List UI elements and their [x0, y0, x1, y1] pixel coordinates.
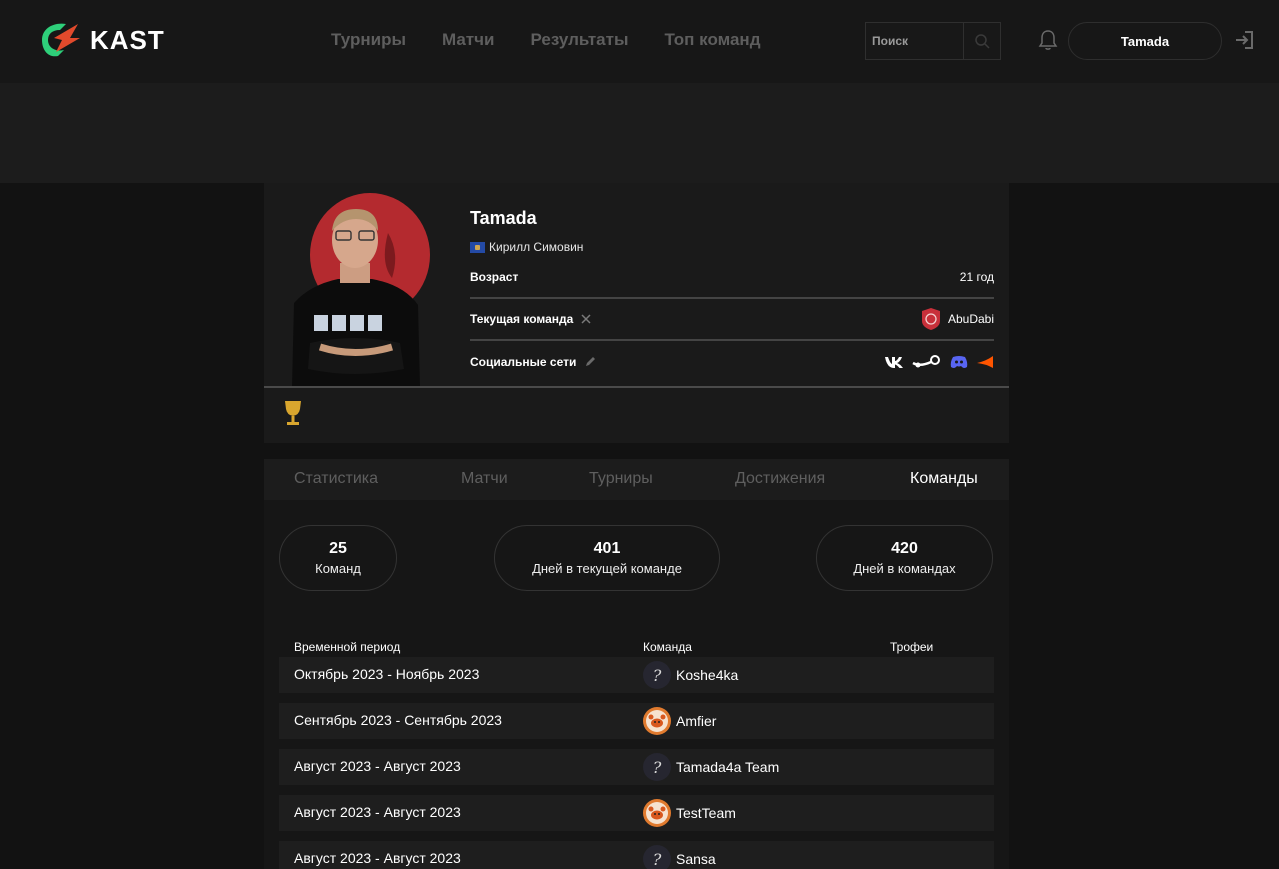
profile-tabs: Статистика Матчи Турниры Достижения Кома…	[264, 459, 1009, 500]
crab-team-logo-icon	[643, 707, 671, 735]
header-period: Временной период	[294, 640, 401, 654]
main-nav: Турниры Матчи Результаты Топ команд	[331, 30, 796, 50]
row-team[interactable]: Amfier	[643, 707, 716, 735]
age-label: Возраст	[470, 270, 519, 284]
row-team[interactable]: TestTeam	[643, 799, 736, 827]
row-team[interactable]: ? Tamada4a Team	[643, 753, 779, 781]
profile-content-panel: Статистика Матчи Турниры Достижения Кома…	[264, 459, 1009, 869]
age-row: Возраст 21 год	[470, 257, 994, 299]
player-real-name: Кирилл Симовин	[470, 240, 583, 254]
row-period: Октябрь 2023 - Ноябрь 2023	[294, 666, 480, 682]
current-team-row: Текущая команда AbuDabi	[470, 299, 994, 341]
nav-top-teams[interactable]: Топ команд	[664, 30, 760, 50]
tab-teams[interactable]: Команды	[910, 470, 978, 488]
question-mark-icon: ?	[643, 845, 671, 869]
tab-achievements[interactable]: Достижения	[735, 470, 825, 488]
search-icon	[975, 34, 990, 49]
table-row[interactable]: Октябрь 2023 - Ноябрь 2023 ? Koshe4ka	[279, 657, 994, 693]
header-trophies: Трофеи	[890, 640, 934, 654]
search-button[interactable]	[964, 23, 1000, 59]
stat-value: 401	[593, 540, 621, 557]
search-box	[865, 22, 1001, 60]
row-team-name: Sansa	[676, 851, 716, 867]
table-row[interactable]: Сентябрь 2023 - Сентябрь 2023 Amfier	[279, 703, 994, 739]
user-menu-button[interactable]: Tamada	[1068, 22, 1222, 60]
table-row[interactable]: Август 2023 - Август 2023 ? Tamada4a Tea…	[279, 749, 994, 785]
table-row[interactable]: Август 2023 - Август 2023 TestTeam	[279, 795, 994, 831]
player-nickname: Tamada	[470, 208, 537, 228]
row-period: Август 2023 - Август 2023	[294, 804, 461, 820]
social-label: Социальные сети	[470, 355, 577, 369]
social-label-group: Социальные сети	[470, 355, 596, 369]
row-period: Август 2023 - Август 2023	[294, 758, 461, 774]
row-team-name: TestTeam	[676, 805, 736, 821]
search-input[interactable]	[866, 23, 964, 59]
profile-divider	[264, 386, 1009, 388]
stat-value: 25	[329, 540, 347, 557]
table-row[interactable]: Август 2023 - Август 2023 ? Sansa	[279, 841, 994, 869]
faceit-icon[interactable]	[976, 355, 994, 369]
discord-icon[interactable]	[950, 355, 968, 369]
edit-pencil-icon[interactable]	[584, 356, 596, 368]
question-mark-icon: ?	[643, 661, 671, 689]
stat-caption: Дней в командах	[853, 561, 956, 576]
row-team-name: Tamada4a Team	[676, 759, 780, 775]
real-name-text: Кирилл Симовин	[489, 240, 584, 254]
row-period: Сентябрь 2023 - Сентябрь 2023	[294, 712, 502, 728]
current-team-name: AbuDabi	[947, 312, 994, 326]
current-team-label-group: Текущая команда	[470, 312, 591, 326]
row-team-name: Amfier	[676, 713, 717, 729]
brand-name: KAST	[90, 24, 165, 55]
row-team[interactable]: ? Sansa	[643, 845, 716, 869]
player-profile-card: Tamada Кирилл Симовин Возраст 21 год Тек…	[264, 183, 1009, 443]
question-mark-icon: ?	[643, 753, 671, 781]
social-links	[884, 355, 994, 369]
current-team-label: Текущая команда	[470, 312, 574, 326]
age-value: 21 год	[959, 270, 994, 284]
header-team: Команда	[643, 640, 692, 654]
stat-teams-count: 25 Команд	[279, 525, 397, 591]
stat-caption: Команд	[315, 561, 361, 576]
row-team[interactable]: ? Koshe4ka	[643, 661, 738, 689]
abudabi-team-logo-icon	[921, 308, 940, 330]
profile-banner	[0, 83, 1279, 183]
logout-icon[interactable]	[1233, 29, 1255, 51]
stat-days-current-team: 401 Дней в текущей команде	[494, 525, 720, 591]
stat-value: 420	[891, 540, 918, 557]
stat-caption: Дней в текущей команде	[532, 561, 682, 576]
nav-tournaments[interactable]: Турниры	[331, 30, 406, 50]
tab-matches[interactable]: Матчи	[461, 470, 508, 488]
steam-icon[interactable]	[912, 355, 942, 369]
stat-days-in-teams: 420 Дней в командах	[816, 525, 993, 591]
close-icon[interactable]	[581, 314, 591, 324]
top-navigation-bar: KAST Турниры Матчи Результаты Топ команд…	[0, 0, 1279, 83]
kast-logo[interactable]: KAST	[32, 18, 165, 62]
row-team-name: Koshe4ka	[676, 667, 739, 683]
crab-team-logo-icon	[643, 799, 671, 827]
kosovo-flag-icon	[470, 241, 485, 253]
player-photo	[280, 193, 430, 387]
kast-logo-icon	[42, 23, 80, 57]
current-team-value[interactable]: AbuDabi	[920, 307, 994, 331]
tab-tournaments[interactable]: Турниры	[589, 470, 653, 488]
social-row: Социальные сети	[470, 341, 994, 383]
tab-statistics[interactable]: Статистика	[294, 470, 378, 488]
nav-matches[interactable]: Матчи	[442, 30, 494, 50]
row-period: Август 2023 - Август 2023	[294, 850, 461, 866]
vk-icon[interactable]	[884, 355, 904, 369]
trophy-icon[interactable]	[282, 399, 304, 429]
nav-results[interactable]: Результаты	[530, 30, 628, 50]
bell-icon[interactable]	[1036, 28, 1060, 52]
